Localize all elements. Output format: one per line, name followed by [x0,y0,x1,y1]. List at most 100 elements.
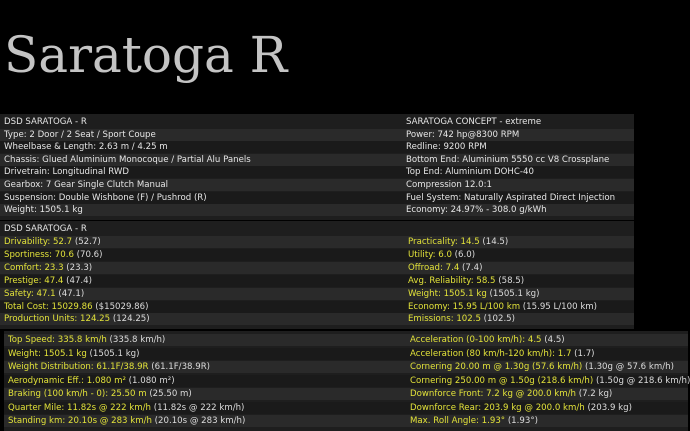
performance-base: (7.2 kg) [576,389,613,399]
page-title: Saratoga R [4,26,288,84]
spec-right-text: Compression 12.0:1 [406,180,492,190]
rating-row: Economy: 15.95 L/100 km (15.95 L/100 km) [404,300,634,313]
rating-row: Production Units: 124.25 (124.25) [0,313,404,326]
rating-value: Economy: 15.95 L/100 km [408,301,521,312]
spec-right-text: Power: 742 hp@8300 RPM [406,129,520,140]
performance-row: Braking (100 km/h - 0): 25.50 m (25.50 m… [4,388,408,400]
rating-base: (124.25) [110,314,150,325]
spec-left-text: Chassis: Glued Aluminium Monocoque / Par… [4,154,251,165]
rating-row: Avg. Reliability: 58.5 (58.5) [404,274,634,287]
spec-left-text: Wheelbase & Length: 2.63 m / 4.25 m [4,142,168,153]
rating-base: (47.4) [63,275,92,286]
performance-row: Downforce Rear: 203.9 kg @ 200.0 km/h (2… [408,401,688,414]
performance-row: Cornering 20.00 m @ 1.30g (57.6 km/h) (1… [408,361,688,373]
rating-row: Prestige: 47.4 (47.4) [0,274,404,287]
performance-row: Weight: 1505.1 kg (1505.1 kg) [4,347,408,360]
rating-base: (14.5) [479,237,509,247]
performance-value: Acceleration (80 km/h-120 km/h): 1.7 [410,348,572,359]
performance-row: Standing km: 20.10s @ 283 km/h (20.10s @… [4,415,408,427]
rating-value: Comfort: 23.3 [4,262,64,273]
rating-row: Emissions: 102.5 (102.5) [404,313,634,326]
rating-base: (1505.1 kg) [486,288,540,299]
spec-row: Fuel System: Naturally Aspirated Direct … [404,191,634,204]
performance-value: Downforce Front: 7.2 kg @ 200.0 km/h [410,389,576,399]
spec-panel: DSD SARATOGA - R Type: 2 Door / 2 Seat / … [0,114,634,220]
rating-base: (102.5) [480,314,515,325]
performance-value: Cornering 20.00 m @ 1.30g (57.6 km/h) [410,362,583,372]
rating-value: Sportiness: 70.6 [4,249,74,260]
rating-row: Offroad: 7.4 (7.4) [404,261,634,274]
performance-value: Weight Distribution: 61.1F/38.9R [8,362,149,372]
performance-value: Max. Roll Angle: 1.93° [410,416,506,426]
performance-value: Downforce Rear: 203.9 kg @ 200.0 km/h [410,402,585,413]
performance-base: (1.93°) [505,416,538,426]
performance-base: (1505.1 kg) [86,348,140,359]
performance-value: Aerodynamic Eff.: 1.080 m² [8,375,126,386]
performance-row: Weight Distribution: 61.1F/38.9R (61.1F/… [4,361,408,373]
rating-value: Weight: 1505.1 kg [408,288,487,299]
rating-value: Offroad: 7.4 [408,262,460,273]
performance-base: (11.82s @ 222 km/h) [151,402,245,413]
spec-row: DSD SARATOGA - R [0,116,404,128]
performance-row: Aerodynamic Eff.: 1.080 m² (1.080 m²) [4,374,408,387]
rating-row: Drivability: 52.7 (52.7) [0,236,404,248]
spec-left-text: Suspension: Double Wishbone (F) / Pushro… [4,192,207,203]
performance-base: (61.1F/38.9R) [148,362,211,372]
rating-base: (52.7) [72,237,101,247]
rating-base: (7.4) [459,262,483,273]
performance-base: (1.30g @ 57.6 km/h) [582,362,674,372]
performance-base: (203.9 kg) [584,402,632,413]
rating-row: Total Cost: 15029.86 ($15029.86) [0,300,404,313]
performance-row: Quarter Mile: 11.82s @ 222 km/h (11.82s … [4,401,408,414]
spec-row: Gearbox: 7 Gear Single Clutch Manual [0,179,404,191]
spec-left-text: DSD SARATOGA - R [4,117,87,127]
spec-row: Suspension: Double Wishbone (F) / Pushro… [0,191,404,204]
rating-base: (70.6) [73,249,103,260]
rating-row: Practicality: 14.5 (14.5) [404,236,634,248]
spec-left-text: Gearbox: 7 Gear Single Clutch Manual [4,180,169,190]
rating-value: Safety: 47.1 [4,288,56,299]
performance-value: Top Speed: 335.8 km/h [8,335,107,345]
spec-right-text: Fuel System: Naturally Aspirated Direct … [406,192,616,203]
rating-value: Prestige: 47.4 [4,275,64,286]
rating-value: Emissions: 102.5 [408,314,481,325]
rating-row: Safety: 47.1 (47.1) [0,287,404,300]
performance-value: Braking (100 km/h - 0): 25.50 m [8,389,147,399]
rating-base: (47.1) [55,288,85,299]
spec-left-text: Type: 2 Door / 2 Seat / Sport Coupe [4,129,156,140]
rating-base: (23.3) [63,262,93,273]
spec-row: Drivetrain: Longitudinal RWD [0,166,404,179]
performance-base: (25.50 m) [146,389,192,399]
spec-row: Chassis: Glued Aluminium Monocoque / Par… [0,153,404,166]
rating-value: Practicality: 14.5 [408,237,480,247]
spec-row: SARATOGA CONCEPT - extreme [404,116,634,128]
spec-row: Wheelbase & Length: 2.63 m / 4.25 m [0,141,404,154]
performance-base: (335.8 km/h) [106,335,166,345]
performance-row: Cornering 250.00 m @ 1.50g (218.6 km/h) … [408,374,690,387]
performance-value: Acceleration (0-100 km/h): 4.5 [410,335,542,345]
rating-row: Sportiness: 70.6 (70.6) [0,248,404,261]
performance-value: Standing km: 20.10s @ 283 km/h [8,416,152,426]
performance-row: Acceleration (80 km/h-120 km/h): 1.7 (1.… [408,347,688,360]
performance-value: Quarter Mile: 11.82s @ 222 km/h [8,402,151,413]
spec-row: Compression 12.0:1 [404,179,634,191]
spec-row: Redline: 9200 RPM [404,141,634,154]
rating-value: Drivability: 52.7 [4,237,73,247]
ratings-header-text: DSD SARATOGA - R [4,224,87,234]
performance-row: Acceleration (0-100 km/h): 4.5 (4.5) [408,334,688,346]
ratings-header: DSD SARATOGA - R [0,223,634,235]
spec-row: Type: 2 Door / 2 Seat / Sport Coupe [0,128,404,141]
rating-base: (6.0) [451,249,476,260]
spec-row: Power: 742 hp@8300 RPM [404,128,634,141]
rating-base: (15.95 L/100 km) [520,301,598,312]
rating-base: ($15029.86) [92,301,149,312]
spec-right-text: SARATOGA CONCEPT - extreme [406,117,542,127]
spec-left-text: Weight: 1505.1 kg [4,205,83,216]
rating-value: Total Cost: 15029.86 [4,301,93,312]
spec-right-text: Redline: 9200 RPM [406,142,487,153]
rating-value: Production Units: 124.25 [4,314,111,325]
rating-row: Weight: 1505.1 kg (1505.1 kg) [404,287,634,300]
performance-row: Max. Roll Angle: 1.93° (1.93°) [408,415,688,427]
spec-right-text: Economy: 24.97% - 308.0 g/kWh [406,205,547,216]
spec-left-text: Drivetrain: Longitudinal RWD [4,167,129,178]
